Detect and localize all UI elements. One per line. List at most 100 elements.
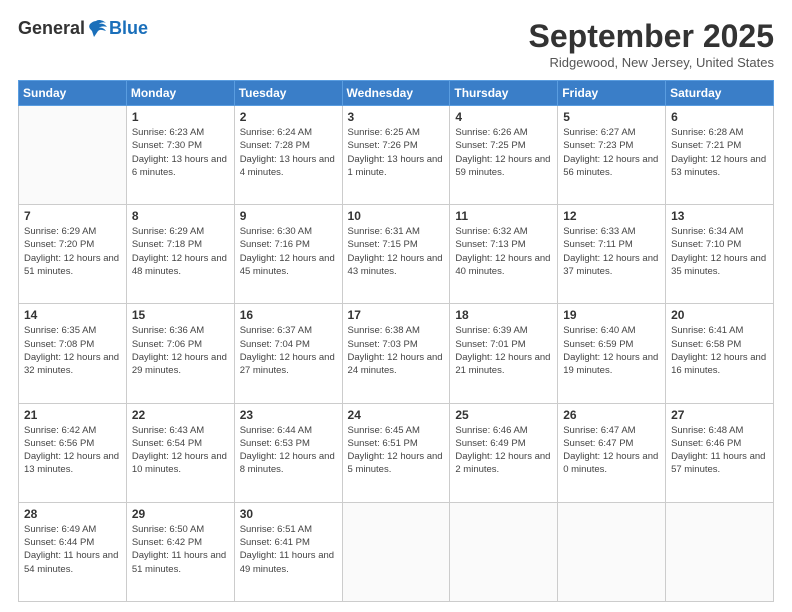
calendar-cell: 30Sunrise: 6:51 AMSunset: 6:41 PMDayligh…: [234, 502, 342, 601]
day-number: 8: [132, 209, 229, 223]
calendar: SundayMondayTuesdayWednesdayThursdayFrid…: [18, 80, 774, 602]
day-info: Sunrise: 6:28 AMSunset: 7:21 PMDaylight:…: [671, 126, 768, 179]
calendar-cell: 2 Sunrise: 6:24 AMSunset: 7:28 PMDaylight…: [234, 106, 342, 205]
day-number: 17: [348, 308, 445, 322]
day-info: Sunrise: 6:49 AMSunset: 6:44 PMDaylight:…: [24, 523, 121, 576]
day-number: 19: [563, 308, 660, 322]
day-info: Sunrise: 6:31 AMSunset: 7:15 PMDaylight:…: [348, 225, 445, 278]
calendar-cell: 25 Sunrise: 6:46 AMSunset: 6:49 PMDayligh…: [450, 403, 558, 502]
calendar-cell: 7 Sunrise: 6:29 AMSunset: 7:20 PMDaylight…: [19, 205, 127, 304]
calendar-cell: 3 Sunrise: 6:25 AMSunset: 7:26 PMDaylight…: [342, 106, 450, 205]
day-number: 25: [455, 408, 552, 422]
calendar-cell: 21 Sunrise: 6:42 AMSunset: 6:56 PMDayligh…: [19, 403, 127, 502]
day-info: Sunrise: 6:26 AMSunset: 7:25 PMDaylight:…: [455, 126, 552, 179]
day-info: Sunrise: 6:33 AMSunset: 7:11 PMDaylight:…: [563, 225, 660, 278]
day-number: 18: [455, 308, 552, 322]
title-block: September 2025 Ridgewood, New Jersey, Un…: [529, 18, 774, 70]
day-number: 30: [240, 507, 337, 521]
logo-bird-icon: [86, 19, 108, 39]
day-number: 22: [132, 408, 229, 422]
calendar-cell: 23 Sunrise: 6:44 AMSunset: 6:53 PMDayligh…: [234, 403, 342, 502]
calendar-cell: 28 Sunrise: 6:49 AMSunset: 6:44 PMDayligh…: [19, 502, 127, 601]
calendar-cell: 19Sunrise: 6:40 AMSunset: 6:59 PMDayligh…: [558, 304, 666, 403]
weekday-header-monday: Monday: [126, 81, 234, 106]
day-number: 6: [671, 110, 768, 124]
day-number: 5: [563, 110, 660, 124]
day-info: Sunrise: 6:32 AMSunset: 7:13 PMDaylight:…: [455, 225, 552, 278]
day-info: Sunrise: 6:29 AMSunset: 7:20 PMDaylight:…: [24, 225, 121, 278]
calendar-cell: [558, 502, 666, 601]
week-row-0: 1 Sunrise: 6:23 AMSunset: 7:30 PMDaylight…: [19, 106, 774, 205]
day-number: 16: [240, 308, 337, 322]
weekday-header-row: SundayMondayTuesdayWednesdayThursdayFrid…: [19, 81, 774, 106]
week-row-2: 14 Sunrise: 6:35 AMSunset: 7:08 PMDayligh…: [19, 304, 774, 403]
day-info: Sunrise: 6:43 AMSunset: 6:54 PMDaylight:…: [132, 424, 229, 477]
day-number: 21: [24, 408, 121, 422]
day-number: 2: [240, 110, 337, 124]
logo-general-text: General: [18, 18, 85, 39]
weekday-header-saturday: Saturday: [666, 81, 774, 106]
day-info: Sunrise: 6:45 AMSunset: 6:51 PMDaylight:…: [348, 424, 445, 477]
day-info: Sunrise: 6:36 AMSunset: 7:06 PMDaylight:…: [132, 324, 229, 377]
calendar-cell: [666, 502, 774, 601]
day-number: 20: [671, 308, 768, 322]
calendar-cell: 6 Sunrise: 6:28 AMSunset: 7:21 PMDaylight…: [666, 106, 774, 205]
calendar-cell: [450, 502, 558, 601]
day-info: Sunrise: 6:29 AMSunset: 7:18 PMDaylight:…: [132, 225, 229, 278]
calendar-cell: 1 Sunrise: 6:23 AMSunset: 7:30 PMDaylight…: [126, 106, 234, 205]
day-info: Sunrise: 6:35 AMSunset: 7:08 PMDaylight:…: [24, 324, 121, 377]
day-number: 13: [671, 209, 768, 223]
month-title: September 2025: [529, 18, 774, 55]
calendar-cell: 17Sunrise: 6:38 AMSunset: 7:03 PMDayligh…: [342, 304, 450, 403]
day-info: Sunrise: 6:46 AMSunset: 6:49 PMDaylight:…: [455, 424, 552, 477]
calendar-cell: 24 Sunrise: 6:45 AMSunset: 6:51 PMDayligh…: [342, 403, 450, 502]
calendar-cell: 27 Sunrise: 6:48 AMSunset: 6:46 PMDayligh…: [666, 403, 774, 502]
location: Ridgewood, New Jersey, United States: [529, 55, 774, 70]
weekday-header-wednesday: Wednesday: [342, 81, 450, 106]
day-info: Sunrise: 6:30 AMSunset: 7:16 PMDaylight:…: [240, 225, 337, 278]
day-number: 12: [563, 209, 660, 223]
day-info: Sunrise: 6:41 AMSunset: 6:58 PMDaylight:…: [671, 324, 768, 377]
calendar-cell: 9 Sunrise: 6:30 AMSunset: 7:16 PMDaylight…: [234, 205, 342, 304]
day-info: Sunrise: 6:34 AMSunset: 7:10 PMDaylight:…: [671, 225, 768, 278]
day-info: Sunrise: 6:25 AMSunset: 7:26 PMDaylight:…: [348, 126, 445, 179]
day-number: 24: [348, 408, 445, 422]
weekday-header-thursday: Thursday: [450, 81, 558, 106]
calendar-cell: 22 Sunrise: 6:43 AMSunset: 6:54 PMDayligh…: [126, 403, 234, 502]
day-number: 23: [240, 408, 337, 422]
day-number: 10: [348, 209, 445, 223]
day-info: Sunrise: 6:48 AMSunset: 6:46 PMDaylight:…: [671, 424, 768, 477]
calendar-cell: 16 Sunrise: 6:37 AMSunset: 7:04 PMDayligh…: [234, 304, 342, 403]
logo-blue-text: Blue: [109, 18, 148, 39]
day-info: Sunrise: 6:37 AMSunset: 7:04 PMDaylight:…: [240, 324, 337, 377]
calendar-cell: 26 Sunrise: 6:47 AMSunset: 6:47 PMDayligh…: [558, 403, 666, 502]
day-info: Sunrise: 6:39 AMSunset: 7:01 PMDaylight:…: [455, 324, 552, 377]
week-row-3: 21 Sunrise: 6:42 AMSunset: 6:56 PMDayligh…: [19, 403, 774, 502]
calendar-cell: 13 Sunrise: 6:34 AMSunset: 7:10 PMDayligh…: [666, 205, 774, 304]
day-info: Sunrise: 6:47 AMSunset: 6:47 PMDaylight:…: [563, 424, 660, 477]
day-info: Sunrise: 6:42 AMSunset: 6:56 PMDaylight:…: [24, 424, 121, 477]
calendar-cell: 18 Sunrise: 6:39 AMSunset: 7:01 PMDayligh…: [450, 304, 558, 403]
day-info: Sunrise: 6:24 AMSunset: 7:28 PMDaylight:…: [240, 126, 337, 179]
day-number: 9: [240, 209, 337, 223]
calendar-cell: 5 Sunrise: 6:27 AMSunset: 7:23 PMDaylight…: [558, 106, 666, 205]
calendar-cell: 14 Sunrise: 6:35 AMSunset: 7:08 PMDayligh…: [19, 304, 127, 403]
calendar-cell: 20 Sunrise: 6:41 AMSunset: 6:58 PMDayligh…: [666, 304, 774, 403]
header: General Blue September 2025 Ridgewood, N…: [18, 18, 774, 70]
day-number: 28: [24, 507, 121, 521]
day-number: 11: [455, 209, 552, 223]
day-number: 14: [24, 308, 121, 322]
calendar-cell: 29Sunrise: 6:50 AMSunset: 6:42 PMDayligh…: [126, 502, 234, 601]
day-number: 27: [671, 408, 768, 422]
calendar-cell: 11 Sunrise: 6:32 AMSunset: 7:13 PMDayligh…: [450, 205, 558, 304]
day-info: Sunrise: 6:27 AMSunset: 7:23 PMDaylight:…: [563, 126, 660, 179]
day-number: 3: [348, 110, 445, 124]
day-info: Sunrise: 6:23 AMSunset: 7:30 PMDaylight:…: [132, 126, 229, 179]
day-info: Sunrise: 6:44 AMSunset: 6:53 PMDaylight:…: [240, 424, 337, 477]
day-number: 4: [455, 110, 552, 124]
calendar-cell: 12 Sunrise: 6:33 AMSunset: 7:11 PMDayligh…: [558, 205, 666, 304]
calendar-cell: 10 Sunrise: 6:31 AMSunset: 7:15 PMDayligh…: [342, 205, 450, 304]
day-number: 7: [24, 209, 121, 223]
day-number: 26: [563, 408, 660, 422]
day-number: 1: [132, 110, 229, 124]
